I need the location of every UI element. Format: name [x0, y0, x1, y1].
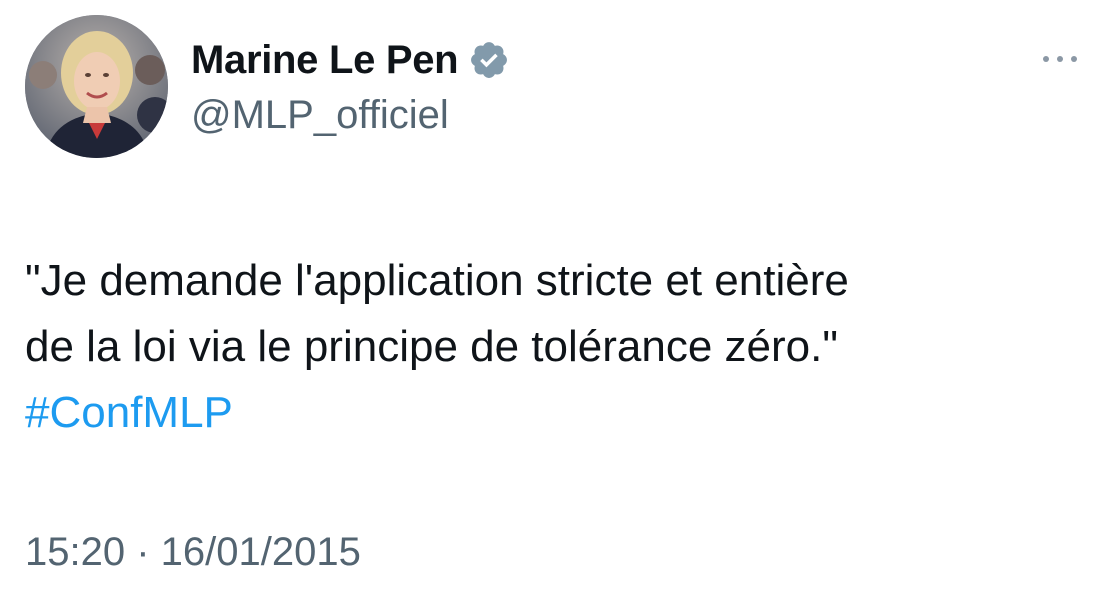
- more-options-icon[interactable]: [1038, 44, 1082, 74]
- tweet-text-line: "Je demande l'application stricte et ent…: [25, 256, 849, 305]
- author-name-row: Marine Le Pen: [191, 37, 510, 83]
- tweet-text: "Je demande l'application stricte et ent…: [25, 248, 1085, 446]
- avatar-image: [25, 15, 168, 158]
- tweet-text-line: de la loi via le principe de tolérance z…: [25, 322, 838, 371]
- avatar[interactable]: [25, 15, 168, 158]
- author-handle[interactable]: @MLP_officiel: [191, 92, 449, 138]
- tweet-timestamp[interactable]: 15:20 · 16/01/2015: [25, 528, 361, 576]
- display-name[interactable]: Marine Le Pen: [191, 37, 459, 83]
- hashtag-link[interactable]: #ConfMLP: [25, 380, 1085, 446]
- verified-badge-icon: [468, 39, 510, 81]
- tweet-card: Marine Le Pen @MLP_officiel "Je demande …: [0, 0, 1108, 600]
